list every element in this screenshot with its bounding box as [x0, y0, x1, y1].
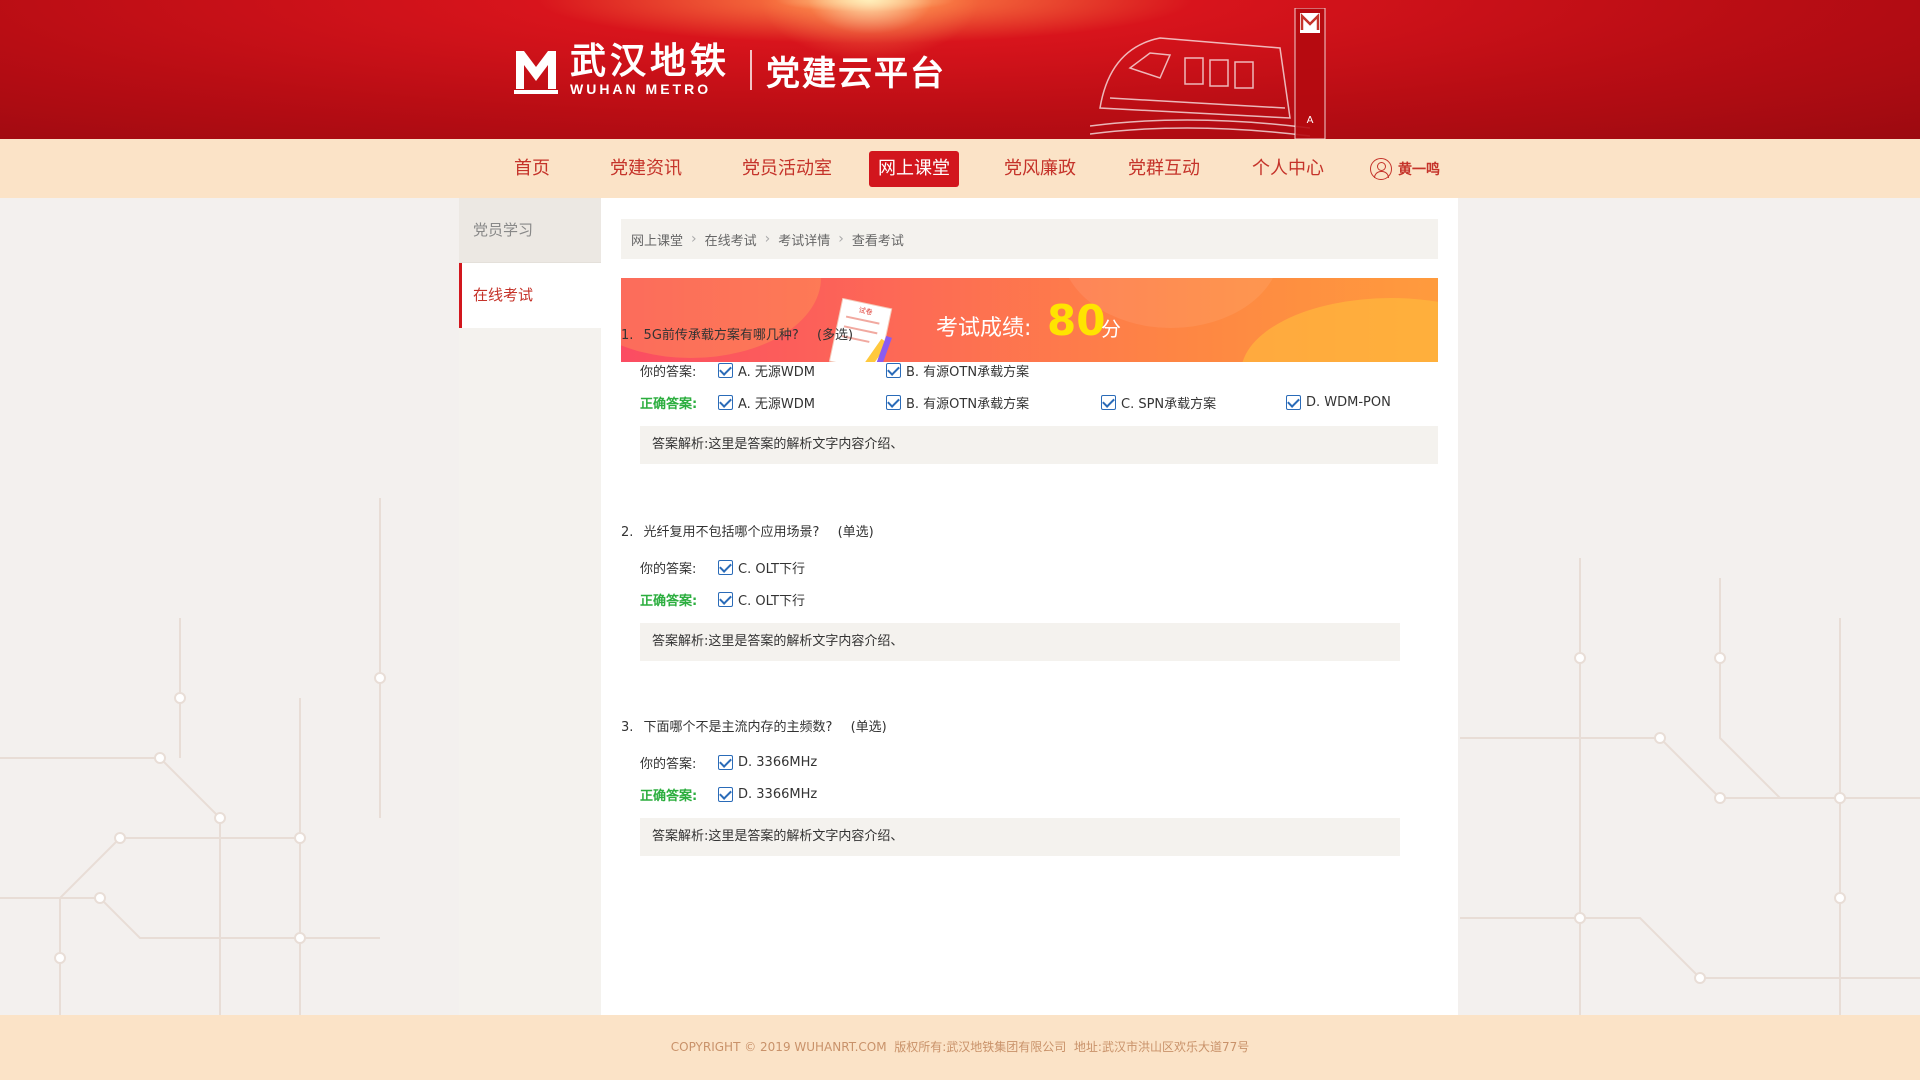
left-metro-pattern: [0, 498, 386, 1018]
correct-answer-row: 正确答案: C. OLT下行: [640, 589, 835, 609]
question-text: 光纤复用不包括哪个应用场景?: [643, 525, 820, 540]
checkbox-checked-icon[interactable]: [1286, 394, 1301, 410]
platform-title: 党建云平台: [766, 53, 947, 94]
footer: COPYRIGHT © 2019 WUHANRT.COM 版权所有:武汉地铁集团…: [0, 1015, 1920, 1080]
breadcrumb-item-online-class[interactable]: 网上课堂: [631, 230, 683, 249]
metro-train-illustration-icon: A: [1090, 8, 1326, 139]
question-number: 3.: [621, 720, 634, 735]
user-menu[interactable]: 黄一鸣: [1370, 139, 1440, 198]
question-number: 1.: [621, 328, 634, 343]
breadcrumb-item-exam-detail[interactable]: 考试详情: [778, 230, 830, 249]
question-text: 下面哪个不是主流内存的主频数?: [643, 720, 833, 735]
svg-text:A: A: [1307, 115, 1314, 126]
checkbox-checked-icon[interactable]: [718, 754, 733, 770]
nav-item-party-news[interactable]: 党建资讯: [601, 151, 691, 187]
checkbox-checked-icon[interactable]: [718, 591, 733, 607]
main-nav: 首页 党建资讯 党员活动室 网上课堂 党风廉政 党群互动 个人中心 黄一鸣: [0, 139, 1920, 198]
chevron-right-icon: ›: [764, 231, 771, 247]
correct-answer-label: 正确答案:: [640, 593, 698, 609]
correct-answer-row: 正确答案: D. 3366MHz: [640, 784, 847, 804]
question-item: 3. 下面哪个不是主流内存的主频数? (单选) 你的答案: D. 3366MHz…: [621, 718, 1438, 856]
answer-option: D. 3366MHz: [738, 754, 818, 770]
checkbox-checked-icon[interactable]: [886, 394, 901, 410]
checkbox-checked-icon[interactable]: [1101, 394, 1116, 410]
answer-option: B. 有源OTN承载方案: [906, 396, 1030, 412]
your-answer-row: 你的答案: A. 无源WDM B. 有源OTN承载方案: [640, 360, 1059, 380]
user-avatar-icon: [1370, 157, 1392, 180]
question-text: 5G前传承载方案有哪几种?: [643, 328, 799, 343]
answer-option: C. SPN承载方案: [1121, 396, 1217, 412]
sidebar-item-online-exam[interactable]: 在线考试: [459, 263, 601, 328]
logo-divider: [750, 50, 753, 90]
your-answer-label: 你的答案:: [640, 756, 697, 772]
correct-answer-label: 正确答案:: [640, 788, 698, 804]
answer-option: D. WDM-PON: [1306, 394, 1391, 410]
user-name: 黄一鸣: [1398, 161, 1440, 178]
breadcrumb-item-view-exam: 查看考试: [851, 233, 904, 249]
chevron-right-icon: ›: [838, 231, 844, 247]
answer-option: A. 无源WDM: [738, 364, 816, 380]
correct-answer-row: 正确答案: A. 无源WDM B. 有源OTN承载方案 C. SPN承载方案 D…: [640, 392, 1421, 412]
copyright-text: COPYRIGHT © 2019 WUHANRT.COM 版权所有:武汉地铁集团…: [670, 1040, 1250, 1054]
chevron-right-icon: ›: [691, 231, 697, 247]
answer-option: B. 有源OTN承载方案: [906, 364, 1030, 380]
question-type: (多选): [816, 328, 854, 343]
nav-item-integrity[interactable]: 党风廉政: [995, 151, 1085, 187]
header-banner: 武汉地铁 WUHAN METRO 党建云平台 A: [0, 0, 1920, 139]
question-type: (单选): [850, 720, 887, 735]
nav-item-online-class[interactable]: 网上课堂: [869, 150, 959, 187]
nav-item-interaction[interactable]: 党群互动: [1119, 151, 1209, 187]
site-logo[interactable]: 武汉地铁 WUHAN METRO 党建云平台: [512, 41, 947, 97]
sidebar-item-party-study[interactable]: 党员学习: [459, 198, 601, 263]
right-metro-pattern: [1460, 558, 1920, 1018]
correct-answer-label: 正确答案:: [640, 396, 698, 412]
brand-name-cn: 武汉地铁: [570, 41, 731, 82]
your-answer-label: 你的答案:: [640, 364, 697, 380]
sidebar: 党员学习 在线考试: [459, 198, 601, 1015]
answer-analysis: 答案解析:这里是答案的解析文字内容介绍、: [640, 426, 1438, 464]
your-answer-row: 你的答案: D. 3366MHz: [640, 752, 847, 772]
checkbox-checked-icon[interactable]: [718, 559, 733, 575]
breadcrumb: 网上课堂 › 在线考试 › 考试详情 › 查看考试: [621, 219, 1438, 259]
answer-option: C. OLT下行: [738, 593, 805, 609]
brand-name-en: WUHAN METRO: [570, 81, 712, 97]
breadcrumb-item-online-exam[interactable]: 在线考试: [705, 230, 757, 249]
answer-analysis: 答案解析:这里是答案的解析文字内容介绍、: [640, 623, 1400, 661]
nav-item-personal-center[interactable]: 个人中心: [1243, 151, 1333, 187]
nav-item-activity-room[interactable]: 党员活动室: [733, 151, 841, 187]
answer-option: D. 3366MHz: [738, 786, 818, 802]
question-number: 2.: [621, 525, 634, 540]
main-container: 党员学习 在线考试 网上课堂 › 在线考试 › 考试详情 › 查看考试 试卷 考…: [459, 198, 1458, 1015]
checkbox-checked-icon[interactable]: [718, 362, 733, 378]
your-answer-row: 你的答案: C. OLT下行: [640, 557, 835, 577]
metro-logo-icon: [512, 45, 560, 95]
your-answer-label: 你的答案:: [640, 561, 697, 577]
answer-option: C. OLT下行: [738, 561, 805, 577]
checkbox-checked-icon[interactable]: [718, 394, 733, 410]
answer-option: A. 无源WDM: [738, 396, 816, 412]
question-item: 2. 光纤复用不包括哪个应用场景? (单选) 你的答案: C. OLT下行 正确…: [621, 523, 1438, 661]
nav-item-home[interactable]: 首页: [505, 151, 559, 187]
answer-analysis: 答案解析:这里是答案的解析文字内容介绍、: [640, 818, 1400, 856]
question-type: (单选): [837, 525, 874, 540]
question-item: 1. 5G前传承载方案有哪几种? (多选) 你的答案: A. 无源WDM B. …: [621, 326, 1438, 464]
checkbox-checked-icon[interactable]: [886, 362, 901, 378]
checkbox-checked-icon[interactable]: [718, 786, 733, 802]
